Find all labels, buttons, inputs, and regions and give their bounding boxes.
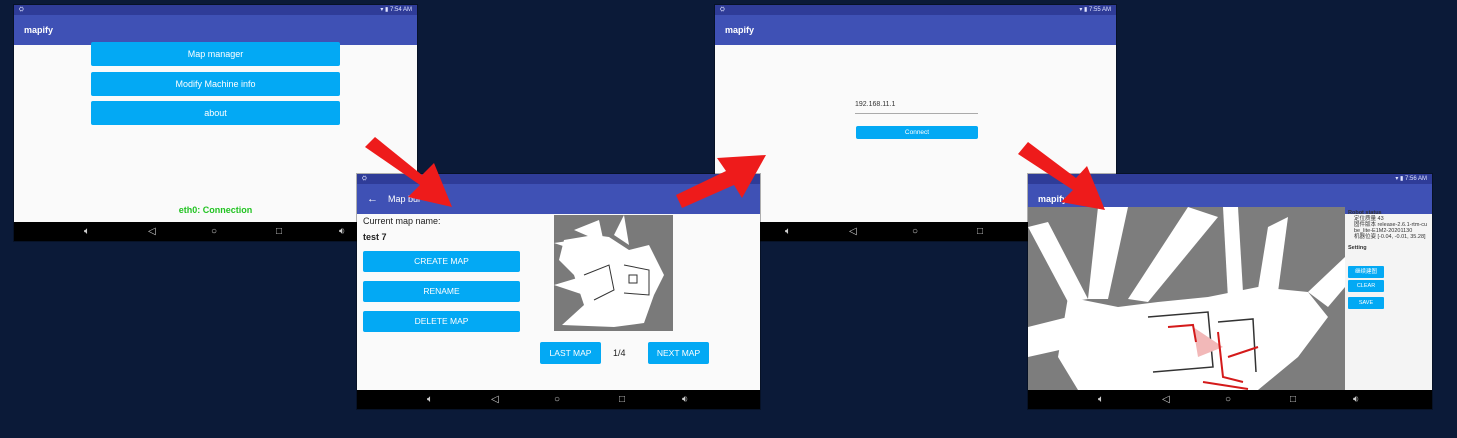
about-button[interactable]: about [91,101,340,125]
volume-icon[interactable]: 🔈︎ [427,390,433,409]
nav-bar: 🔈︎ ◁ ○ □ 🔉︎ [1028,390,1432,409]
robot-status-panel: Robot status 定位质量 43 固件版本 release-2.6.1-… [1348,210,1432,251]
ip-address-input[interactable]: 192.168.11.1 [855,97,978,114]
setting-heading: Setting [1348,245,1367,251]
status-bar: ⛭ ▾ ▮ 7:55 AM [715,5,1116,15]
current-map-label: Current map name: [363,216,441,226]
continue-mapping-button[interactable]: 继续建图 [1348,266,1384,278]
page-indicator: 1/4 [613,348,626,358]
wifi-icon: ▾ [1395,176,1399,182]
recents-icon[interactable]: □ [1290,390,1296,409]
delete-map-button[interactable]: DELETE MAP [363,311,520,332]
flow-arrow-icon [1018,142,1105,210]
modify-machine-info-button[interactable]: Modify Machine info [91,72,340,96]
back-icon[interactable]: ◁ [849,222,857,241]
status-bar: ⛭ ▾ ▮ 7:54 AM [14,5,417,15]
battery-icon: ▮ [1400,176,1404,182]
current-map-name: test 7 [363,232,387,242]
battery-icon: ▮ [385,7,389,13]
map-thumbnail [554,215,673,331]
app-title: mapify [24,25,54,35]
notification-icon: ⛭ [19,7,24,13]
volume-icon[interactable]: 🔈︎ [785,222,791,241]
live-map-view[interactable] [1028,207,1345,390]
recents-icon[interactable]: □ [977,222,983,241]
clear-button[interactable]: CLEAR [1348,280,1384,292]
next-map-button[interactable]: NEXT MAP [648,342,709,364]
status-time: 7:55 AM [1088,7,1111,13]
battery-icon: ▮ [1084,7,1088,13]
status-time: 7:54 AM [389,7,412,13]
rename-button[interactable]: RENAME [363,281,520,302]
volume-icon[interactable]: 🔈︎ [1098,390,1104,409]
recents-icon[interactable]: □ [276,222,282,241]
back-icon[interactable]: ◁ [1162,390,1170,409]
back-icon[interactable]: ◁ [491,390,499,409]
map-manager-button[interactable]: Map manager [91,42,340,66]
create-map-button[interactable]: CREATE MAP [363,251,520,272]
volume-icon[interactable]: 🔈︎ [84,222,90,241]
home-icon[interactable]: ○ [554,390,560,409]
wifi-icon: ▾ [1079,7,1083,13]
recents-icon[interactable]: □ [619,390,625,409]
status-time: 7:56 AM [1404,176,1427,182]
nav-bar: 🔈︎ ◁ ○ □ 🔉︎ [357,390,760,409]
status-line: 机器位姿 [-0.04, -0.01, 35.28] [1354,234,1426,240]
wifi-icon: ▾ [380,7,384,13]
volume-up-icon[interactable]: 🔉︎ [339,222,345,241]
app-bar: mapify [14,15,417,45]
app-title: mapify [725,25,755,35]
home-icon[interactable]: ○ [211,222,217,241]
connect-button[interactable]: Connect [856,126,978,139]
save-button[interactable]: SAVE [1348,297,1384,309]
app-bar: mapify [715,15,1116,45]
volume-up-icon[interactable]: 🔉︎ [682,390,688,409]
home-icon[interactable]: ○ [1225,390,1231,409]
back-icon[interactable]: ◁ [148,222,156,241]
home-icon[interactable]: ○ [912,222,918,241]
volume-up-icon[interactable]: 🔉︎ [1353,390,1359,409]
last-map-button[interactable]: LAST MAP [540,342,601,364]
flow-arrow-icon [676,155,766,208]
flow-arrow-icon [365,137,452,207]
notification-icon: ⛭ [720,7,725,13]
